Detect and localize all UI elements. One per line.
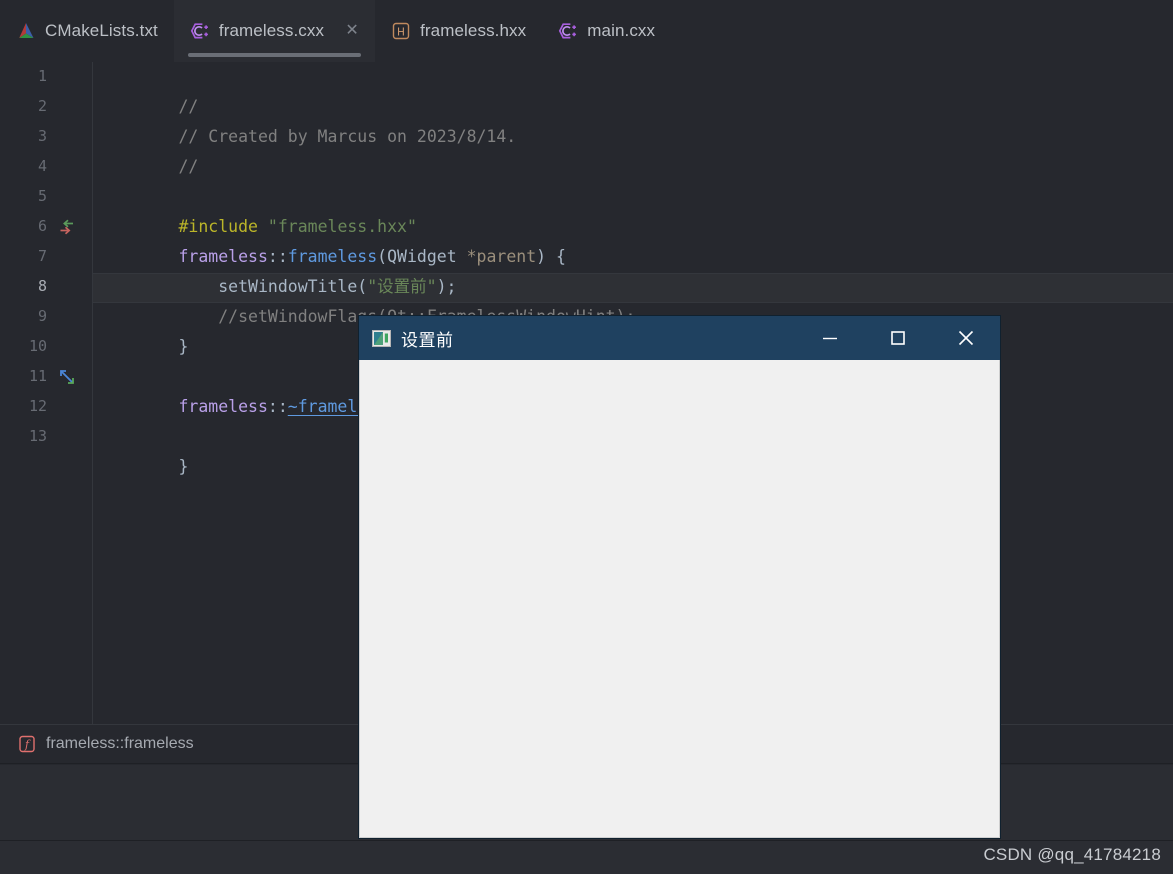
line-number: 2 (37, 97, 47, 115)
qt-window-titlebar[interactable]: 设置前 (359, 316, 1000, 360)
cmake-icon (16, 21, 36, 41)
line-number: 6 (37, 217, 47, 235)
line-number: 7 (37, 247, 47, 265)
tab-frameless-cxx[interactable]: frameless.cxx ✕ (173, 0, 376, 62)
class-name: frameless (178, 397, 268, 416)
editor-tab-bar: CMakeLists.txt frameless.cxx ✕ H framele… (0, 0, 1173, 62)
qt-window-client-area[interactable] (359, 360, 1000, 838)
code-line-5: #include "frameless.hxx" (99, 182, 416, 236)
tab-label: CMakeLists.txt (45, 21, 158, 40)
tab-frameless-hxx[interactable]: H frameless.hxx (375, 0, 542, 62)
tab-label: frameless.cxx (218, 21, 325, 40)
line-number: 4 (37, 157, 47, 175)
line-number: 11 (28, 367, 47, 385)
line-number: 13 (28, 427, 47, 445)
line-tail: ) { (536, 247, 566, 266)
breadcrumb-text: frameless::frameless (46, 735, 194, 752)
param-name: *parent (456, 247, 537, 266)
code-line-13: } (178, 457, 189, 476)
maximize-button[interactable] (864, 316, 932, 360)
code-line-6: frameless::frameless(QWidget *parent) { (99, 212, 565, 266)
line-number: 9 (37, 307, 47, 325)
code-line-3: // (178, 157, 199, 176)
code-line-7: setWindowTitle("设置前"); (99, 242, 456, 296)
line-number: 5 (37, 187, 47, 205)
close-button[interactable] (932, 316, 1000, 360)
implementing-method-arrows-icon[interactable] (57, 217, 77, 237)
tab-label: main.cxx (587, 21, 656, 40)
code-line-2: // Created by Marcus on 2023/8/14. (178, 127, 517, 146)
ide-window: CMakeLists.txt frameless.cxx ✕ H framele… (0, 0, 1173, 874)
line-number: 10 (28, 337, 47, 355)
qt-window-title: 设置前 (401, 330, 454, 350)
qt-application-window[interactable]: 设置前 (359, 316, 1000, 838)
cpp-source-icon (558, 21, 578, 41)
scope-operator: :: (267, 397, 288, 416)
line-number: 8 (37, 277, 47, 295)
svg-text:H: H (397, 26, 405, 38)
watermark-text: CSDN @qq_41784218 (983, 845, 1161, 864)
line-number-gutter: 1 2 3 4 5 6 7 8 9 10 11 12 13 (0, 62, 93, 724)
code-line-9: } (178, 337, 189, 356)
qt-window-icon (372, 329, 391, 347)
code-line-11: frameless::~frameless( (99, 362, 397, 416)
close-icon[interactable]: ✕ (345, 23, 359, 39)
tab-main-cxx[interactable]: main.cxx (542, 0, 671, 62)
window-controls (796, 316, 1000, 360)
line-number: 12 (28, 397, 47, 415)
minimize-button[interactable] (796, 316, 864, 360)
cpp-source-icon (190, 21, 210, 41)
function-f-icon: f (18, 735, 36, 753)
line-number: 1 (37, 67, 47, 85)
tab-label: frameless.hxx (420, 21, 527, 40)
line-number: 3 (37, 127, 47, 145)
expand-diagonal-arrows-icon[interactable] (57, 367, 77, 387)
cpp-header-icon: H (391, 21, 411, 41)
svg-text:f: f (24, 738, 31, 751)
tab-cmakelists-txt[interactable]: CMakeLists.txt (0, 0, 174, 62)
